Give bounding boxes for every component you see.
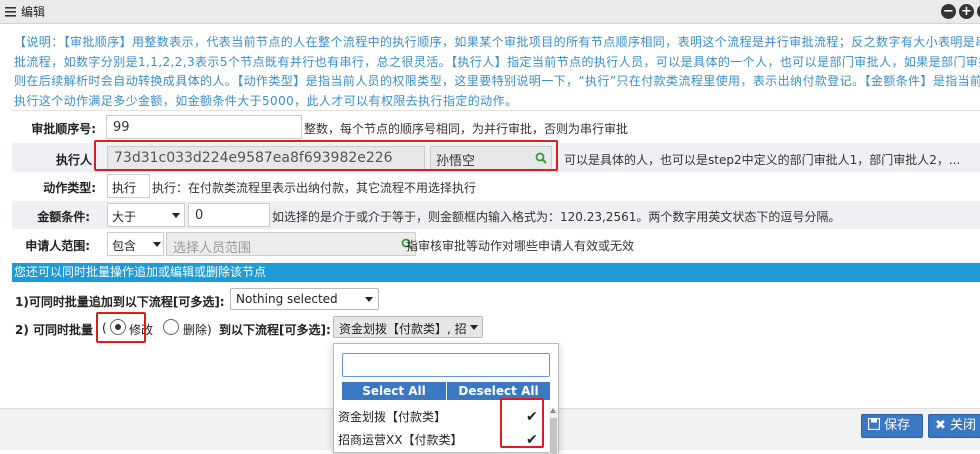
add-icon[interactable]: +: [959, 4, 974, 19]
save-button[interactable]: 保存: [861, 414, 923, 438]
dropdown-scrollbar[interactable]: [549, 408, 558, 454]
action-hint: 执行：在付款类流程里表示出纳付款，其它流程不用选择执行: [152, 181, 477, 195]
chevron-down-icon: [365, 297, 373, 302]
amount-input[interactable]: [188, 203, 270, 227]
scrollbar-thumb[interactable]: [550, 418, 557, 454]
chevron-down-icon: [153, 242, 161, 247]
executor-highlight: [94, 140, 558, 171]
close-label: 关闭: [950, 418, 977, 433]
checked-items-highlight: [500, 398, 544, 448]
scroll-up-icon[interactable]: [550, 408, 556, 413]
description-text: 【说明：【审批顺序】用整数表示，代表当前节点的人在整个流程中的执行顺序，如果某个…: [14, 33, 980, 111]
action-label: 动作类型:: [43, 181, 96, 195]
minimize-icon[interactable]: −: [941, 4, 956, 19]
dropdown-search-input[interactable]: [342, 353, 550, 377]
applicant-operator-selected: 包含: [112, 239, 137, 253]
applicant-label: 申请人范围:: [25, 239, 90, 253]
save-icon: [867, 417, 881, 431]
radio-delete[interactable]: [163, 319, 179, 335]
save-label: 保存: [884, 418, 911, 433]
close-button[interactable]: ✖ 关闭: [928, 414, 980, 438]
radio-delete-label: 删除): [183, 323, 212, 337]
action-select[interactable]: 执行: [107, 174, 150, 206]
amount-hint: 如选择的是介于或介于等于，则金额框内输入格式为：120.23,2561。两个数字…: [272, 210, 841, 224]
executor-label: 执行人: [55, 153, 92, 167]
batch-append-selected: Nothing selected: [236, 292, 338, 306]
amount-label: 金额条件:: [37, 210, 90, 224]
order-row: 审批顺序号: 整数，每个节点的顺序号相同，为并行审批，否则为串行审批: [12, 114, 980, 140]
dropdown-item-label: 招商运营XX【付款类】: [338, 433, 463, 447]
batch-append-select[interactable]: Nothing selected: [230, 288, 379, 310]
description-line: 【说明：【审批顺序】用整数表示，代表当前节点的人在整个流程中的执行顺序，如果某个…: [14, 35, 980, 49]
order-hint: 整数，每个节点的顺序号相同，为并行审批，否则为串行审批: [304, 122, 629, 136]
applicant-row: 申请人范围: 包含 选择人员范围 指审核审批等动作对哪些申请人有效或无效: [12, 230, 980, 258]
dialog-title: 编辑: [21, 5, 46, 19]
edit-list-icon: [5, 7, 16, 17]
order-label: 审批顺序号:: [31, 122, 96, 136]
chevron-down-icon: [172, 213, 180, 218]
modify-highlight: [96, 312, 146, 343]
action-row: 动作类型: 执行 执行：在付款类流程里表示出纳付款，其它流程不用选择执行: [12, 173, 980, 206]
executor-hint: 可以是具体的人，也可以是step2中定义的部门审批人1，部门审批人2，...: [564, 153, 961, 167]
description-line: 执行这个动作满足多少金额，如金额条件大于5000，此人才可以有权限去执行指定的动…: [14, 93, 518, 108]
divider: [12, 110, 980, 111]
amount-row: 金额条件: 大于 如选择的是介于或介于等于，则金额框内输入格式为：120.23,…: [12, 201, 980, 229]
batch-modify-select[interactable]: 资金划拨【付款类】, 招: [333, 316, 483, 338]
batch-modify-selected: 资金划拨【付款类】, 招: [339, 322, 467, 336]
batch-modify-label: 2) 可同时批量: [15, 323, 94, 337]
order-input[interactable]: [106, 115, 302, 139]
batch-append-label: 1)可同时批量追加到以下流程[可多选]:: [15, 295, 225, 309]
action-selected: 执行: [112, 181, 137, 195]
batch-banner: 您还可以同时批量操作追加或编辑或删除该节点: [12, 263, 980, 282]
dialog-header: 编辑 − +: [0, 0, 980, 24]
amount-operator-select[interactable]: 大于: [107, 203, 185, 227]
batch-modify-suffix: 到以下流程[可多选]:: [219, 323, 331, 337]
description-line: 则在后续解析时会自动转换成具体的人。【动作类型】是指当前人员的权限类型，这里要特…: [14, 74, 980, 88]
chevron-down-icon: [470, 325, 478, 330]
close-x-icon: ✖: [935, 418, 946, 433]
applicant-range-input[interactable]: 选择人员范围: [166, 232, 416, 256]
dropdown-item-label: 资金划拨【付款类】: [338, 410, 447, 424]
amount-operator-selected: 大于: [112, 210, 137, 224]
applicant-hint: 指审核审批等动作对哪些申请人有效或无效: [406, 239, 635, 253]
select-all-button[interactable]: Select All: [342, 382, 446, 400]
description-line: 批流程，如数字分别是1,1,2,2,3表示5个节点既有并行也有串行，总之很灵活。…: [14, 54, 980, 69]
applicant-placeholder: 选择人员范围: [173, 241, 252, 256]
applicant-operator-select[interactable]: 包含: [107, 232, 164, 256]
